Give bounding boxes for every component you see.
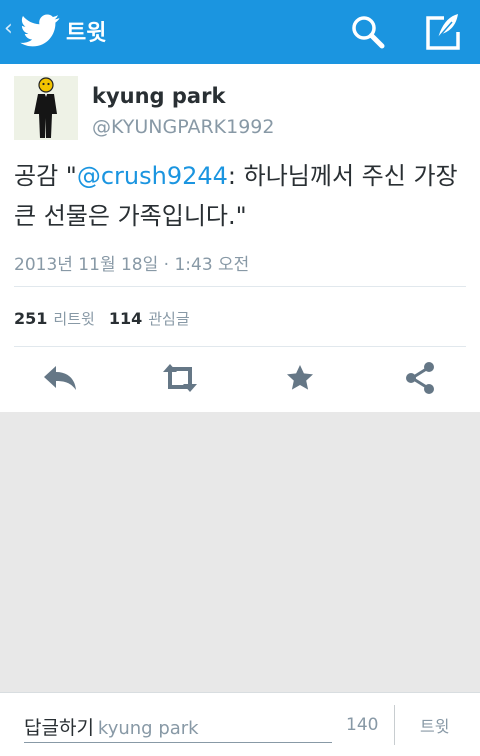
- reply-placeholder: kyung park: [97, 718, 199, 739]
- compose-icon[interactable]: [422, 12, 464, 52]
- avatar-figure-icon: [14, 76, 78, 140]
- reply-button[interactable]: [40, 358, 80, 398]
- reply-bar: 답글하기 kyung park 140 트윗: [0, 692, 480, 756]
- share-button[interactable]: [400, 358, 440, 398]
- divider: [14, 286, 466, 287]
- divider: [14, 346, 466, 347]
- retweet-button[interactable]: [160, 358, 200, 398]
- favorite-count-label[interactable]: 관심글: [148, 310, 189, 328]
- back-chevron-icon[interactable]: ‹: [4, 18, 13, 40]
- avatar[interactable]: [14, 76, 78, 140]
- reply-prefix: 답글하기: [24, 717, 94, 739]
- app-bar: ‹ 트윗: [0, 0, 480, 64]
- twitter-bird-icon[interactable]: [20, 14, 60, 48]
- tweet-text-prefix: 공감 ": [14, 162, 77, 190]
- search-icon[interactable]: [350, 14, 386, 50]
- author-handle[interactable]: @KYUNGPARK1992: [92, 116, 275, 138]
- tweet-button[interactable]: 트윗: [420, 713, 449, 737]
- author-name[interactable]: kyung park: [92, 84, 225, 108]
- share-icon: [406, 362, 434, 394]
- retweet-count[interactable]: 251: [14, 309, 47, 328]
- character-counter: 140: [346, 715, 379, 735]
- favorite-icon: [287, 365, 313, 390]
- retweet-icon: [163, 364, 197, 392]
- divider: [394, 705, 395, 745]
- reply-input[interactable]: 답글하기 kyung park: [24, 707, 332, 743]
- tweet-text: 공감 "@crush9244: 하나님께서 주신 가장 큰 선물은 가족입니다.…: [14, 156, 466, 236]
- tweet-detail-card: kyung park @KYUNGPARK1992 공감 "@crush9244…: [0, 64, 480, 412]
- reply-icon: [44, 366, 76, 390]
- favorite-count[interactable]: 114: [109, 309, 142, 328]
- tweet-stats: 251 리트윗 114 관심글: [14, 308, 204, 329]
- tweet-timestamp: 2013년 11월 18일 · 1:43 오전: [14, 255, 250, 275]
- retweet-count-label[interactable]: 리트윗: [53, 310, 94, 328]
- page-title: 트윗: [66, 21, 107, 46]
- mention-link[interactable]: @crush9244: [77, 162, 228, 190]
- favorite-button[interactable]: [280, 358, 320, 398]
